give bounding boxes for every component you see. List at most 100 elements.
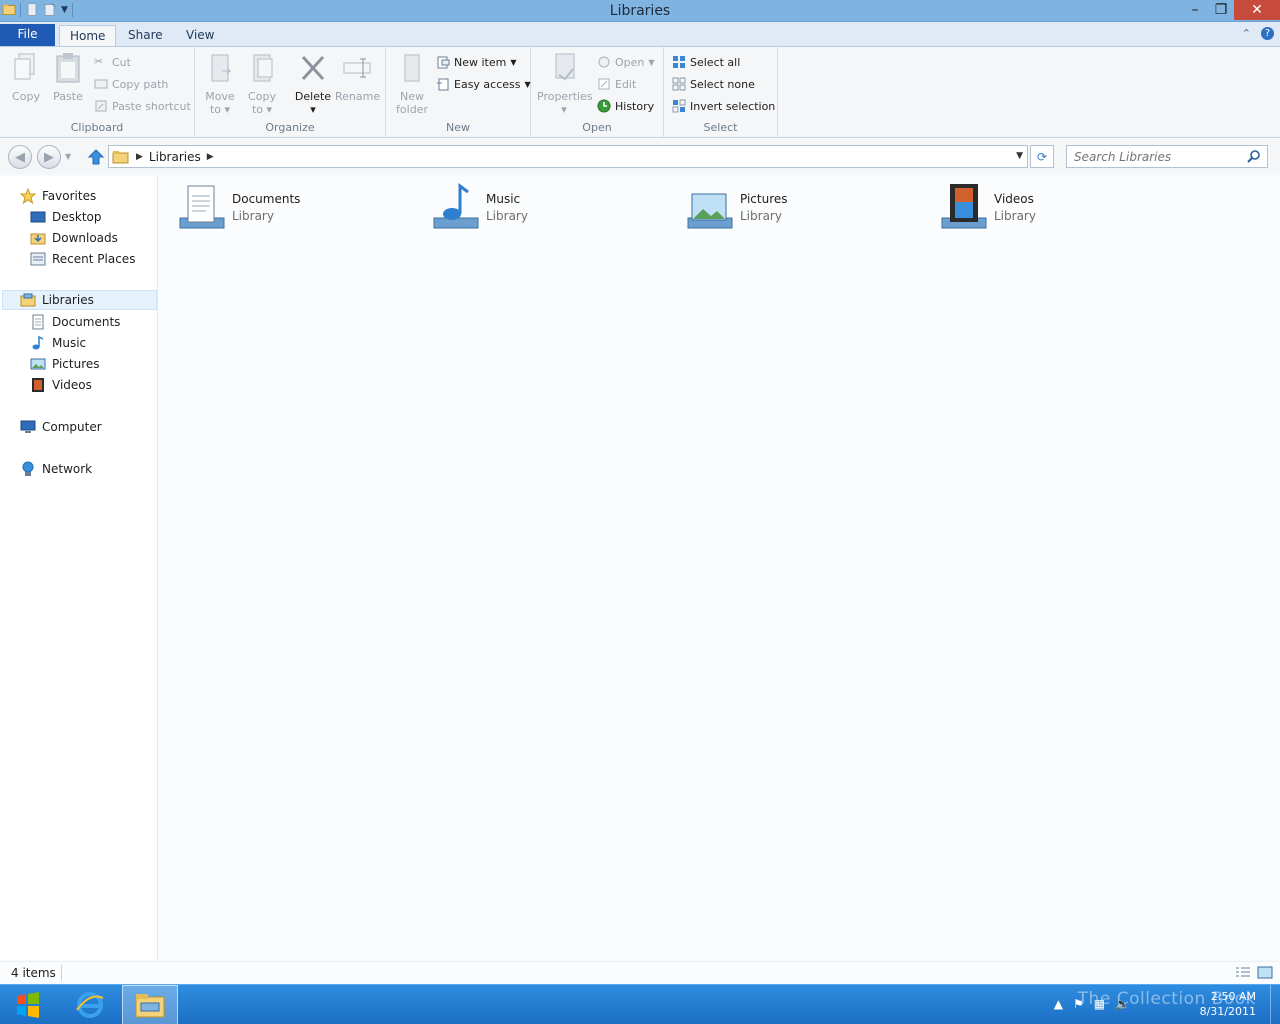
copy-button[interactable]: Copy: [6, 51, 46, 103]
move-to-icon: [211, 54, 232, 82]
copy-to-icon: [253, 54, 273, 82]
easy-access-button[interactable]: Easy access ▼: [436, 75, 531, 93]
tab-file[interactable]: File: [0, 24, 55, 46]
documents-icon: [32, 314, 44, 330]
rename-button[interactable]: Rename: [335, 51, 380, 103]
help-icon[interactable]: ?: [1261, 27, 1274, 40]
title-bar: ▼ Libraries – ❐ ✕: [0, 0, 1280, 22]
music-library-icon: [433, 183, 479, 229]
nav-videos[interactable]: Videos: [30, 375, 92, 395]
organize-group: Move to ▾ Copy to ▾ Delete ▾ Rename Orga…: [195, 47, 386, 137]
recent-locations-dropdown-icon[interactable]: ▼: [65, 152, 71, 161]
tab-view[interactable]: View: [176, 25, 224, 47]
file-explorer-icon: [135, 994, 165, 1018]
status-separator: [61, 965, 62, 981]
new-item-button[interactable]: New item ▼: [436, 53, 517, 71]
nav-documents[interactable]: Documents: [30, 312, 120, 332]
paste-button[interactable]: Paste: [48, 51, 88, 103]
breadcrumb-libraries[interactable]: Libraries: [149, 150, 201, 164]
new-item-icon: [437, 56, 450, 69]
select-group: Select all Select none Invert selection …: [664, 47, 778, 137]
navigation-bar: ◀ ▶ ▼ ▶ Libraries ▶ ▼ ⟳: [0, 139, 1280, 175]
nav-music[interactable]: Music: [30, 333, 86, 353]
tab-home[interactable]: Home: [59, 25, 117, 47]
taskbar: The Collection Book ▲ ⚑ ▦ 🔈 2:50 AM 8/31…: [0, 984, 1280, 1024]
paste-shortcut-button[interactable]: Paste shortcut: [94, 97, 191, 115]
library-item-videos[interactable]: Videos Library: [938, 182, 1178, 234]
taskbar-clock[interactable]: 2:50 AM 8/31/2011: [1200, 989, 1256, 1019]
delete-button[interactable]: Delete ▾: [293, 51, 333, 116]
library-item-documents[interactable]: Documents Library: [176, 182, 416, 234]
copy-to-button[interactable]: Copy to ▾: [243, 51, 281, 116]
copy-path-icon: [94, 79, 108, 89]
nav-recent-places[interactable]: Recent Places: [30, 249, 135, 269]
library-name: Pictures: [740, 192, 788, 206]
nav-libraries[interactable]: Libraries: [2, 290, 157, 310]
properties-icon: [555, 53, 575, 81]
history-button[interactable]: History: [597, 97, 654, 115]
address-bar[interactable]: ▶ Libraries ▶ ▼: [108, 145, 1028, 168]
show-hidden-icons-icon[interactable]: ▲: [1054, 997, 1063, 1011]
network-tray-icon[interactable]: ▦: [1094, 997, 1105, 1011]
nav-network[interactable]: Network: [20, 459, 92, 479]
show-desktop-button[interactable]: [1270, 985, 1280, 1024]
new-folder-button[interactable]: New folder: [392, 51, 432, 116]
library-item-music[interactable]: Music Library: [430, 182, 670, 234]
select-none-button[interactable]: Select none: [672, 75, 755, 93]
recent-places-icon: [30, 252, 46, 266]
downloads-folder-icon: [30, 233, 46, 245]
edit-icon: [598, 78, 610, 90]
nav-favorites[interactable]: Favorites: [20, 186, 96, 206]
clipboard-group-label: Clipboard: [70, 121, 124, 134]
close-button[interactable]: ✕: [1234, 0, 1280, 20]
taskbar-file-explorer[interactable]: [122, 985, 178, 1024]
refresh-icon: ⟳: [1036, 149, 1048, 164]
open-button[interactable]: Open ▼: [597, 53, 655, 71]
forward-button[interactable]: ▶: [37, 145, 61, 169]
move-to-button[interactable]: Move to ▾: [201, 51, 239, 116]
select-all-icon: [673, 56, 685, 68]
library-type: Library: [232, 209, 274, 223]
collapse-ribbon-icon[interactable]: ⌃: [1242, 27, 1251, 40]
nav-desktop[interactable]: Desktop: [30, 207, 102, 227]
breadcrumb-arrow-icon[interactable]: ▶: [207, 152, 214, 162]
tab-share[interactable]: Share: [118, 25, 173, 47]
libraries-folder-icon: [112, 150, 129, 163]
nav-downloads[interactable]: Downloads: [30, 228, 118, 248]
invert-selection-button[interactable]: Invert selection: [672, 97, 775, 115]
select-group-label: Select: [703, 121, 738, 134]
action-center-flag-icon[interactable]: ⚑: [1073, 997, 1084, 1011]
nav-computer[interactable]: Computer: [20, 417, 102, 437]
maximize-button[interactable]: ❐: [1208, 0, 1234, 20]
window-controls: – ❐ ✕: [1182, 0, 1280, 20]
volume-muted-icon[interactable]: 🔈: [1115, 997, 1130, 1011]
edit-button[interactable]: Edit: [597, 75, 636, 93]
computer-icon: [20, 420, 36, 433]
minimize-button[interactable]: –: [1182, 0, 1208, 20]
copy-path-button[interactable]: Copy path: [94, 75, 168, 93]
library-item-pictures[interactable]: Pictures Library: [684, 182, 924, 234]
taskbar-internet-explorer[interactable]: [62, 985, 118, 1024]
clipboard-group: Copy Paste ✂ Cut Copy path Paste shortcut…: [0, 47, 195, 137]
select-all-button[interactable]: Select all: [672, 53, 740, 71]
refresh-button[interactable]: ⟳: [1030, 145, 1054, 168]
new-folder-icon: [404, 54, 420, 82]
invert-selection-icon: [672, 99, 686, 113]
back-arrow-icon: ◀: [15, 149, 25, 165]
start-button[interactable]: [0, 985, 56, 1024]
address-dropdown-icon[interactable]: ▼: [1016, 151, 1023, 161]
videos-icon: [32, 378, 44, 392]
nav-pictures[interactable]: Pictures: [30, 354, 100, 374]
cut-button[interactable]: ✂ Cut: [94, 53, 131, 71]
search-input[interactable]: [1067, 146, 1237, 167]
back-button[interactable]: ◀: [8, 145, 32, 169]
up-arrow-icon[interactable]: [87, 148, 105, 166]
details-view-icon[interactable]: [1235, 966, 1251, 979]
search-box[interactable]: [1066, 145, 1268, 168]
breadcrumb-arrow-icon[interactable]: ▶: [136, 152, 143, 162]
pictures-icon: [30, 358, 46, 370]
properties-button[interactable]: Properties ▾: [537, 51, 593, 116]
easy-access-icon: [437, 78, 449, 91]
large-icons-view-icon[interactable]: [1257, 966, 1273, 979]
search-icon[interactable]: [1247, 149, 1261, 163]
